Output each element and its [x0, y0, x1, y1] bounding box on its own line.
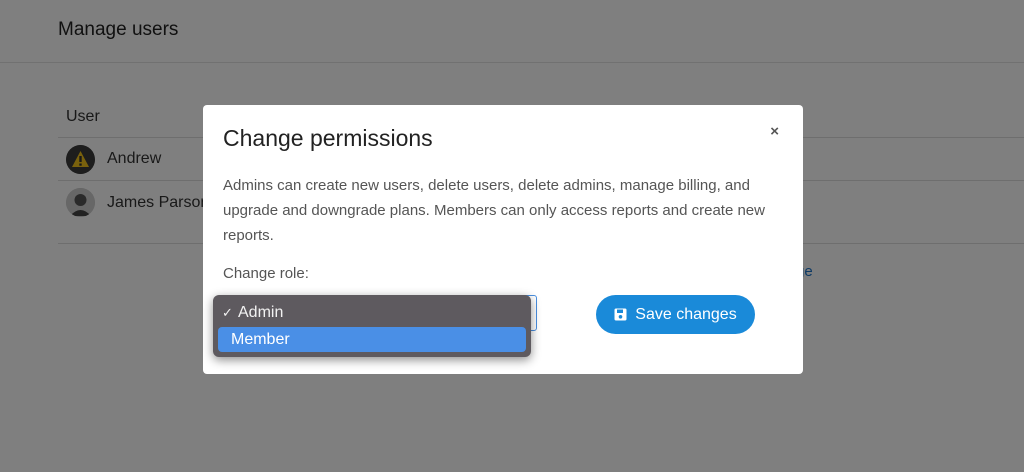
- close-button[interactable]: ×: [770, 123, 779, 140]
- option-label: Admin: [238, 303, 284, 321]
- modal-description: Admins can create new users, delete user…: [223, 177, 765, 244]
- floppy-disk-icon: [614, 308, 627, 321]
- role-label: Change role:: [223, 265, 309, 282]
- dropdown-option-admin[interactable]: ✓ Admin: [218, 300, 526, 325]
- checkmark-icon: ✓: [222, 304, 233, 320]
- modal-title: Change permissions: [223, 125, 433, 151]
- save-changes-label: Save changes: [635, 305, 737, 323]
- option-label: Member: [231, 330, 290, 348]
- role-dropdown-menu: ✓ Admin Member: [213, 295, 531, 357]
- dropdown-option-member[interactable]: Member: [218, 327, 526, 352]
- save-changes-button[interactable]: Save changes: [596, 295, 755, 334]
